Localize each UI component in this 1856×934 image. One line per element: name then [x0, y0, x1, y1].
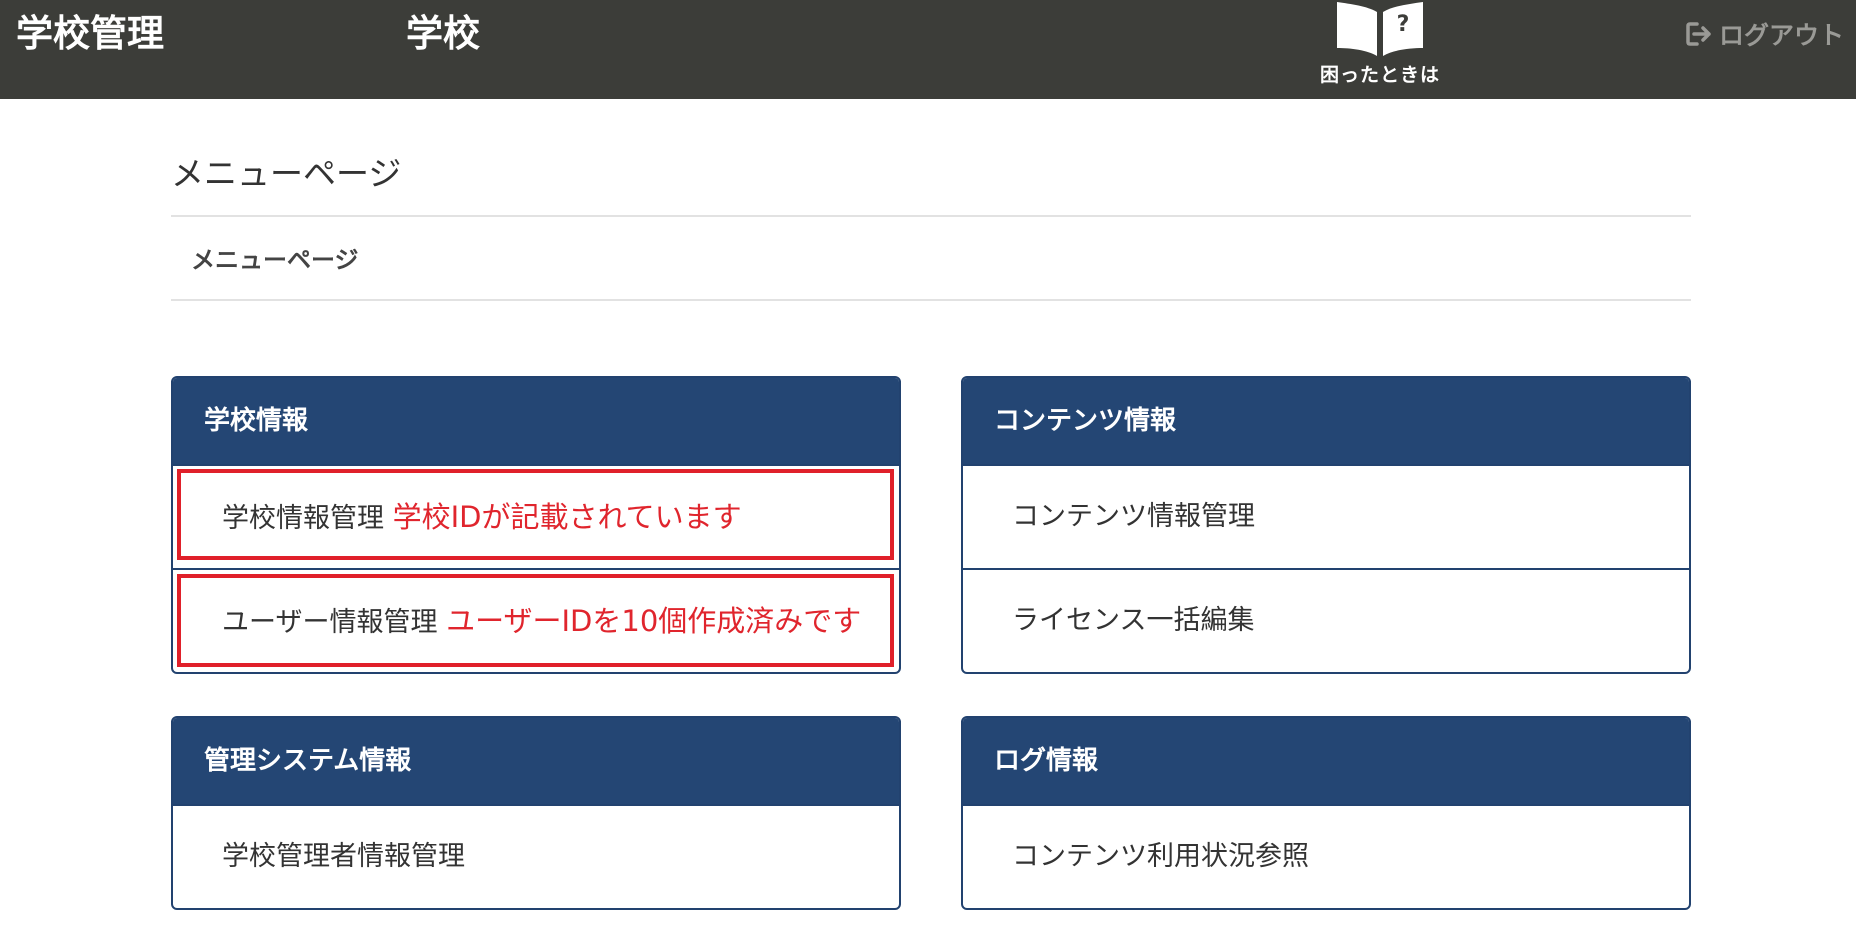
logout-button[interactable]: ログアウト: [1685, 16, 1844, 52]
menu-item-content-info-management[interactable]: コンテンツ情報管理: [963, 464, 1689, 568]
school-name: 学校: [406, 12, 480, 55]
menu-item-label: コンテンツ情報管理: [1012, 501, 1255, 532]
panel-heading: ログ情報: [963, 718, 1689, 804]
page-title: メニューページ: [171, 154, 402, 193]
panel-heading: コンテンツ情報: [963, 378, 1689, 464]
logout-label: ログアウト: [1718, 21, 1844, 50]
menu-item-user-info-management[interactable]: ユーザー情報管理 ユーザーIDを10個作成済みです: [173, 568, 899, 672]
menu-item-label: 学校情報管理: [222, 503, 384, 534]
menu-item-license-bulk-edit[interactable]: ライセンス一括編集: [963, 568, 1689, 672]
svg-text:?: ?: [1397, 12, 1410, 37]
menu-item-label: コンテンツ利用状況参照: [1012, 841, 1309, 872]
breadcrumb-current: メニューページ: [191, 246, 359, 274]
help-label: 困ったときは: [1319, 64, 1440, 86]
panel-content-info: コンテンツ情報 コンテンツ情報管理 ライセンス一括編集: [961, 376, 1691, 674]
menu-item-label: ユーザー情報管理: [222, 607, 438, 638]
breadcrumb: メニューページ: [171, 215, 1691, 301]
menu-item-label: ライセンス一括編集: [1012, 605, 1255, 636]
panel-heading: 学校情報: [173, 378, 899, 464]
book-question-icon: ?: [1337, 2, 1423, 56]
brand-link[interactable]: 学校管理: [16, 10, 164, 58]
annotation-note: ユーザーIDを10個作成済みです: [446, 604, 862, 638]
menu-item-school-info-management[interactable]: 学校情報管理 学校IDが記載されています: [173, 464, 899, 568]
help-button[interactable]: ? 困ったときは: [1300, 0, 1460, 99]
panel-school-info: 学校情報 学校情報管理 学校IDが記載されています ユーザー情報管理 ユーザーI…: [171, 376, 901, 674]
menu-item-label: 学校管理者情報管理: [222, 841, 465, 872]
top-navbar: 学校管理 学校 ? 困ったときは ログアウト: [0, 0, 1856, 99]
annotation-note: 学校IDが記載されています: [392, 500, 742, 534]
panel-admin-system-info: 管理システム情報 学校管理者情報管理: [171, 716, 901, 910]
menu-item-school-admin-management[interactable]: 学校管理者情報管理: [173, 804, 899, 908]
menu-item-content-usage-report[interactable]: コンテンツ利用状況参照: [963, 804, 1689, 908]
sign-out-icon: [1686, 22, 1711, 46]
panel-log-info: ログ情報 コンテンツ利用状況参照: [961, 716, 1691, 910]
panel-heading: 管理システム情報: [173, 718, 899, 804]
